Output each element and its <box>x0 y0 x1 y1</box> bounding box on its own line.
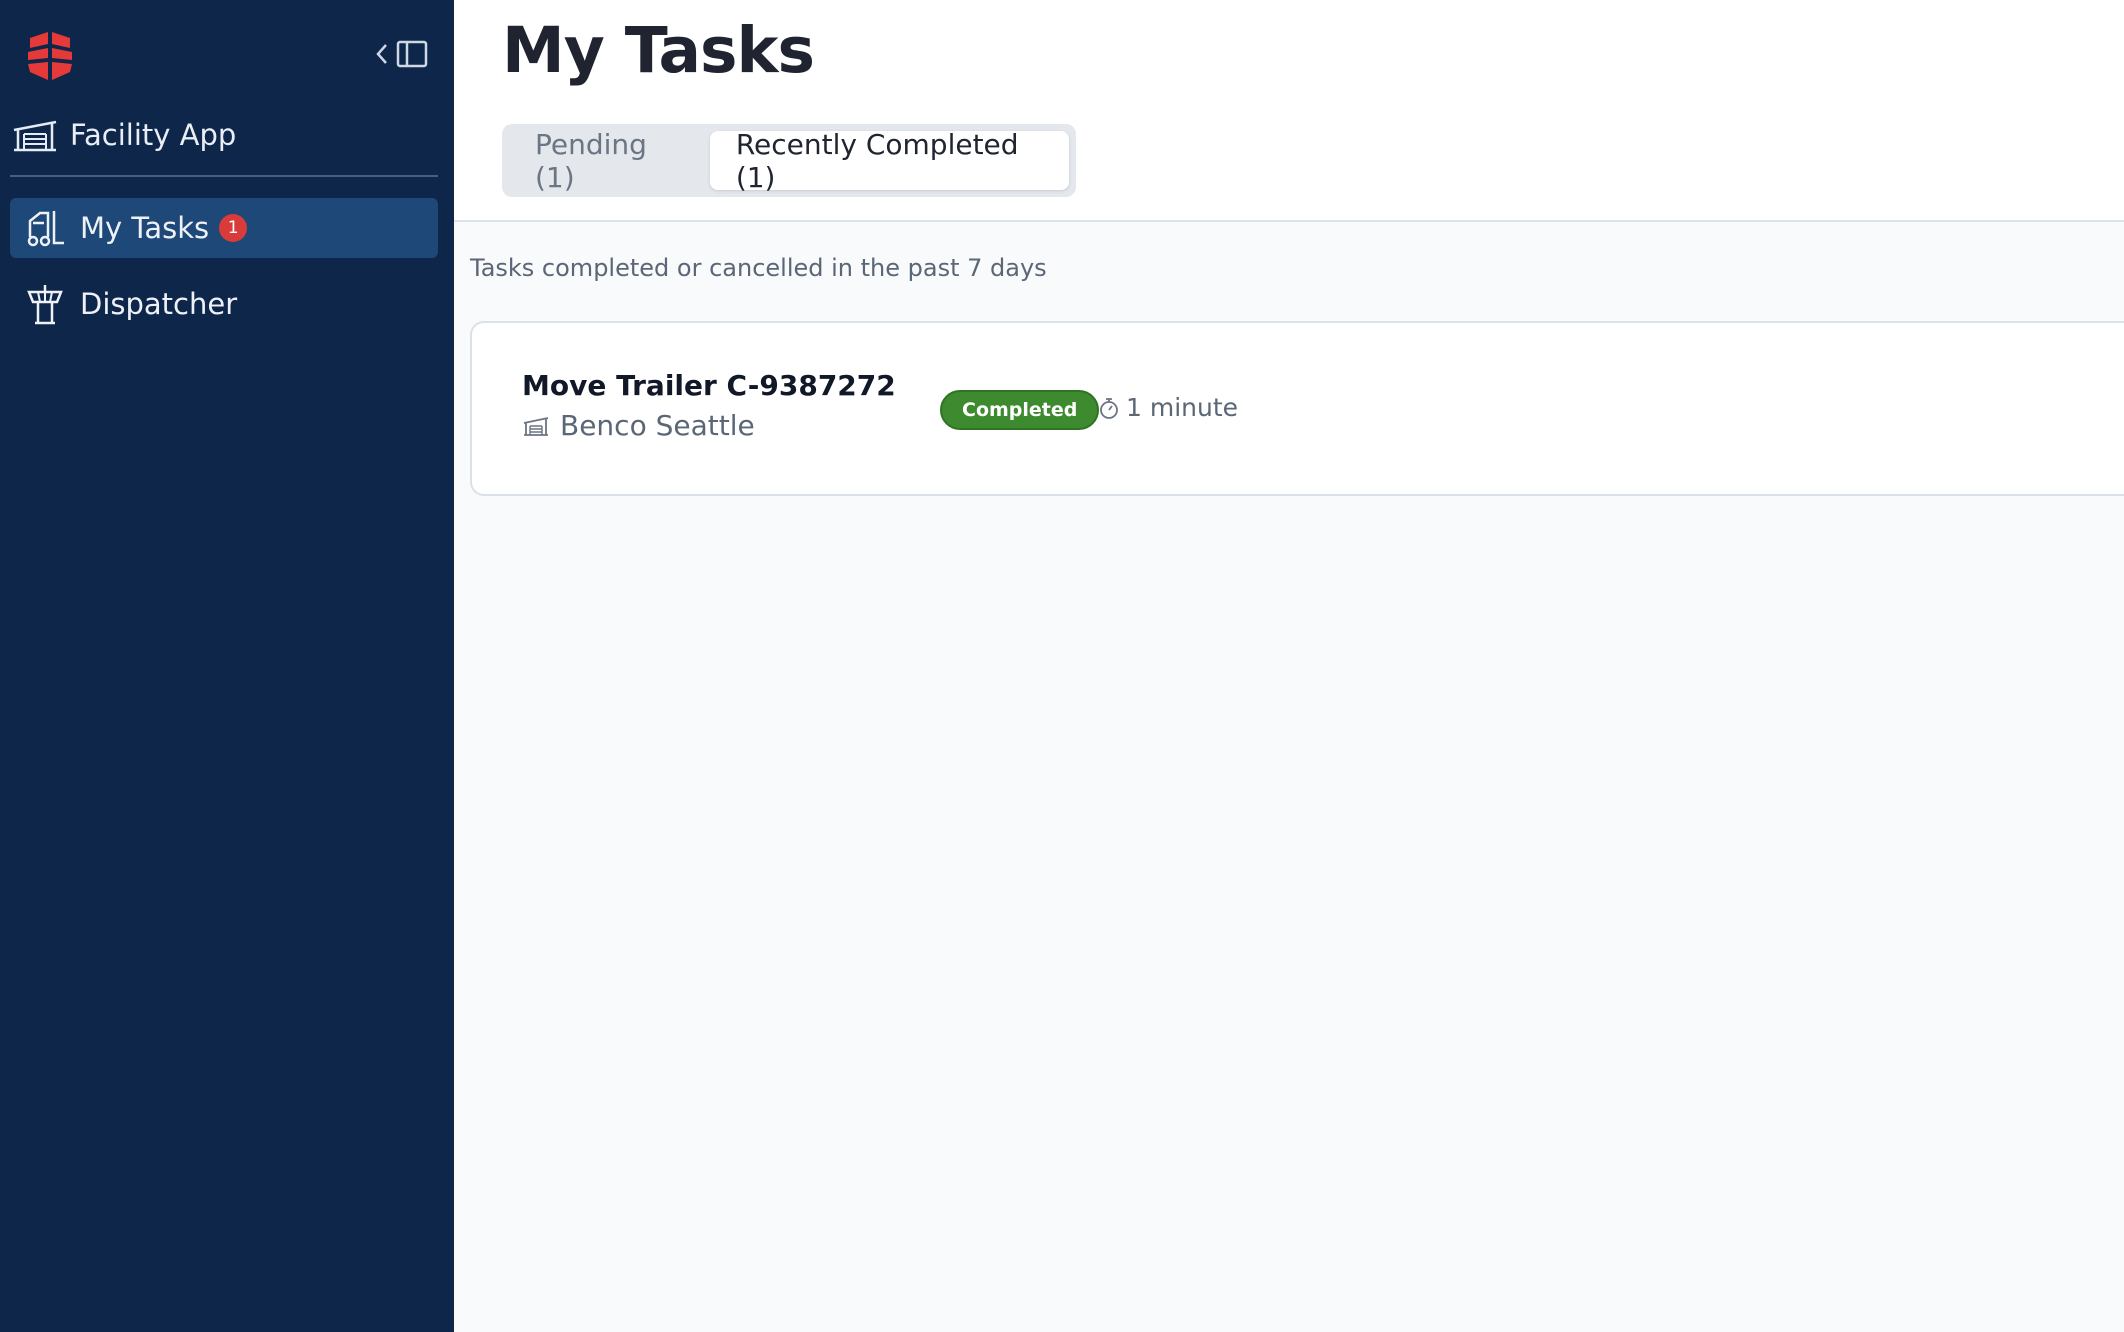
task-duration-label: 1 minute <box>1126 393 1239 422</box>
task-tabs: Pending (1) Recently Completed (1) <box>502 124 1076 197</box>
collapse-sidebar-button[interactable] <box>374 38 430 70</box>
app-name: Facility App <box>70 118 237 152</box>
warehouse-icon <box>13 120 57 152</box>
logo-icon <box>28 32 72 80</box>
sidebar-panel-icon <box>396 40 428 68</box>
chevron-left-icon <box>376 44 387 64</box>
sidebar-item-my-tasks[interactable]: My Tasks 1 <box>10 198 438 258</box>
app-switcher[interactable]: Facility App <box>12 110 236 160</box>
tab-pending[interactable]: Pending (1) <box>509 128 710 194</box>
sidebar-divider <box>10 175 438 177</box>
task-duration: 1 minute <box>1098 393 1238 422</box>
warehouse-icon <box>523 416 549 436</box>
page-title: My Tasks <box>502 14 815 87</box>
page-header: My Tasks Pending (1) Recently Completed … <box>454 0 2124 222</box>
status-badge: Completed <box>940 390 1100 430</box>
sidebar: Facility App My Tasks 1 Dispatcher <box>0 0 454 1332</box>
tab-recently-completed[interactable]: Recently Completed (1) <box>709 128 1069 194</box>
stopwatch-icon <box>1100 397 1118 419</box>
sidebar-item-label: Dispatcher <box>80 287 238 321</box>
task-title: Move Trailer C-9387272 <box>522 369 896 402</box>
list-subtitle: Tasks completed or cancelled in the past… <box>470 254 1047 282</box>
notification-badge: 1 <box>219 214 248 242</box>
sidebar-item-label: My Tasks <box>80 211 210 245</box>
task-card[interactable]: Move Trailer C-9387272 Benco Seattle Com… <box>470 321 2124 496</box>
task-location: Benco Seattle <box>522 409 755 442</box>
task-location-label: Benco Seattle <box>560 409 755 442</box>
sidebar-item-dispatcher[interactable]: Dispatcher <box>10 274 438 334</box>
forklift-icon <box>27 211 64 247</box>
control-tower-icon <box>27 285 63 325</box>
